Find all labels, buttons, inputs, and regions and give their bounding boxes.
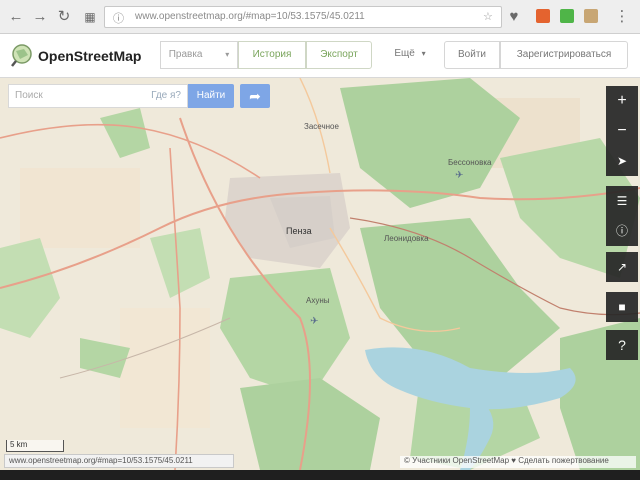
map-attribution[interactable]: © Участники OpenStreetMap ♥ Сделать поже… <box>400 456 636 468</box>
video-frame-border <box>0 470 640 480</box>
logo-text[interactable]: OpenStreetMap <box>38 48 141 64</box>
more-label: Ещё <box>394 48 415 59</box>
extension-icon[interactable] <box>536 9 550 23</box>
more-menu-button[interactable]: Ещё ▾ <box>384 41 436 69</box>
address-bar[interactable]: ⓘ www.openstreetmap.org/#map=10/53.1575/… <box>104 6 502 28</box>
search-button[interactable]: Найти <box>188 84 234 108</box>
where-am-i-link[interactable]: Где я? <box>151 90 181 101</box>
chevron-down-icon: ▾ <box>225 50 230 59</box>
download-icon[interactable] <box>560 9 574 23</box>
export-button[interactable]: Экспорт <box>306 41 372 69</box>
zoom-out-icon[interactable]: − <box>606 116 638 146</box>
back-icon[interactable]: ← <box>6 7 26 27</box>
locate-icon[interactable]: ➤ <box>606 146 638 176</box>
forward-icon[interactable]: → <box>30 7 50 27</box>
login-button[interactable]: Войти <box>444 41 500 69</box>
search-placeholder: Поиск <box>15 90 43 101</box>
airport-icon-south: ✈ <box>310 316 318 327</box>
browser-toolbar: ← → ↻ ▦ ⓘ www.openstreetmap.org/#map=10/… <box>0 0 640 34</box>
town-label: Бессоновка <box>448 158 492 167</box>
map-canvas[interactable]: ✈ ✈ Пенза Засечное Бессоновка Леонидовка… <box>0 78 640 470</box>
map-tiles: ✈ ✈ <box>0 78 640 470</box>
edit-label: Правка <box>168 49 203 60</box>
site-header: OpenStreetMap Правка ▾ История Экспорт Е… <box>0 34 640 120</box>
help-icon[interactable]: ? <box>606 330 638 360</box>
bookmark-star-icon[interactable]: ☆ <box>483 10 493 23</box>
layers-icon[interactable]: ☰ <box>606 186 638 216</box>
menu-icon[interactable]: ⋮ <box>612 7 632 27</box>
edit-button[interactable]: Правка ▾ <box>160 41 238 69</box>
note-icon[interactable]: ■ <box>606 292 638 322</box>
airport-icon-northeast: ✈ <box>455 170 463 181</box>
share-icon[interactable]: ↗ <box>606 252 638 282</box>
browser-status-url: www.openstreetmap.org/#map=10/53.1575/45… <box>4 454 234 468</box>
apps-grid-icon[interactable]: ▦ <box>80 7 100 27</box>
zoom-in-icon[interactable]: + <box>606 86 638 116</box>
scale-bar: 5 km <box>6 440 64 452</box>
info-icon[interactable]: ⓘ <box>606 216 638 246</box>
signup-button[interactable]: Зарегистрироваться <box>500 41 628 69</box>
chevron-down-icon: ▾ <box>421 49 426 58</box>
reload-icon[interactable]: ↻ <box>54 7 74 27</box>
url-text: www.openstreetmap.org/#map=10/53.1575/45… <box>135 11 365 22</box>
favorite-heart-icon[interactable]: ♥ <box>504 7 524 27</box>
directions-icon[interactable]: ➦ <box>240 84 270 108</box>
profile-icon[interactable] <box>584 9 598 23</box>
town-label: Засечное <box>304 122 339 131</box>
city-label: Пенза <box>286 226 312 236</box>
town-label: Леонидовка <box>384 234 429 243</box>
osm-logo-icon[interactable] <box>10 43 34 67</box>
search-input[interactable]: Поиск Где я? <box>8 84 188 108</box>
page-info-icon[interactable]: ⓘ <box>113 10 124 26</box>
history-button[interactable]: История <box>238 41 306 69</box>
town-label: Ахуны <box>306 296 330 305</box>
